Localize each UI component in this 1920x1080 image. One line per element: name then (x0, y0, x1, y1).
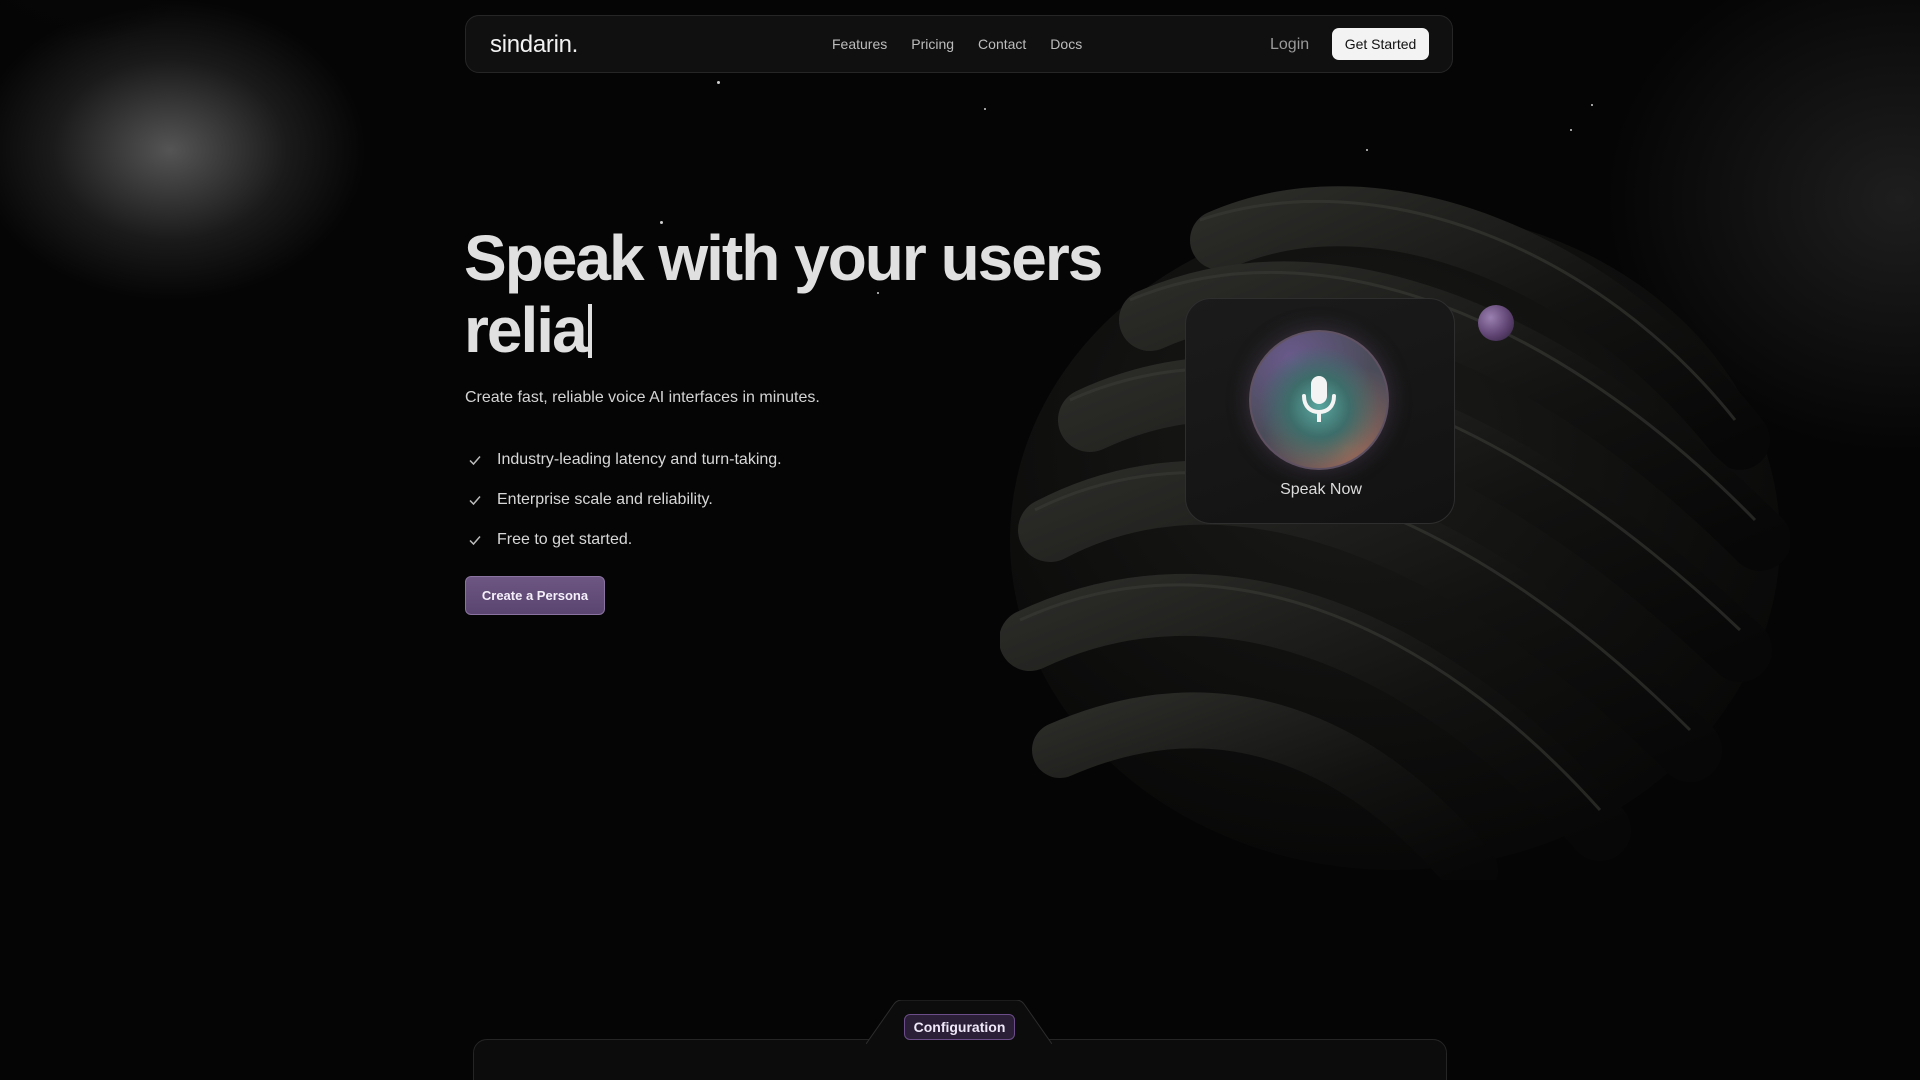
background-glow (0, 0, 210, 40)
configuration-tab[interactable]: Configuration (904, 1014, 1015, 1040)
star-speck (1366, 149, 1368, 151)
page: sindarin. Features Pricing Contact Docs … (0, 0, 1920, 1080)
configuration-panel (473, 1039, 1447, 1080)
check-icon (465, 490, 485, 510)
star-speck (1591, 104, 1593, 106)
nav-link-features[interactable]: Features (832, 36, 887, 52)
voice-widget-card: Speak Now (1185, 298, 1455, 524)
speak-now-button[interactable] (1251, 332, 1387, 468)
nav-links: Features Pricing Contact Docs (832, 36, 1082, 52)
feature-item: Enterprise scale and reliability. (465, 480, 782, 520)
star-speck (1570, 129, 1572, 131)
star-speck (984, 108, 986, 110)
hero-subtitle: Create fast, reliable voice AI interface… (465, 389, 820, 406)
logo[interactable]: sindarin. (490, 31, 578, 59)
feature-item: Free to get started. (465, 520, 782, 560)
feature-text: Enterprise scale and reliability. (497, 491, 713, 508)
nav-link-pricing[interactable]: Pricing (911, 36, 954, 52)
navbar: sindarin. Features Pricing Contact Docs … (465, 15, 1453, 73)
login-link[interactable]: Login (1270, 36, 1309, 54)
nav-link-contact[interactable]: Contact (978, 36, 1026, 52)
microphone-icon (1302, 376, 1336, 422)
feature-list: Industry-leading latency and turn-taking… (465, 440, 782, 560)
check-icon (465, 450, 485, 470)
floating-orb (1478, 305, 1514, 341)
feature-text: Industry-leading latency and turn-taking… (497, 451, 782, 468)
feature-item: Industry-leading latency and turn-taking… (465, 440, 782, 480)
decorative-3d-shape (1000, 186, 1790, 880)
hero-headline: Speak with your users relia (464, 222, 1104, 366)
nav-link-docs[interactable]: Docs (1050, 36, 1082, 52)
feature-text: Free to get started. (497, 531, 633, 548)
create-persona-button[interactable]: Create a Persona (465, 576, 605, 615)
hero-headline-line1: Speak with your users (464, 222, 1103, 294)
get-started-button[interactable]: Get Started (1332, 28, 1429, 60)
hero-headline-line2: relia (464, 294, 588, 366)
speak-now-label: Speak Now (1280, 481, 1362, 498)
star-speck (717, 81, 720, 84)
check-icon (465, 530, 485, 550)
typing-caret (587, 304, 592, 358)
